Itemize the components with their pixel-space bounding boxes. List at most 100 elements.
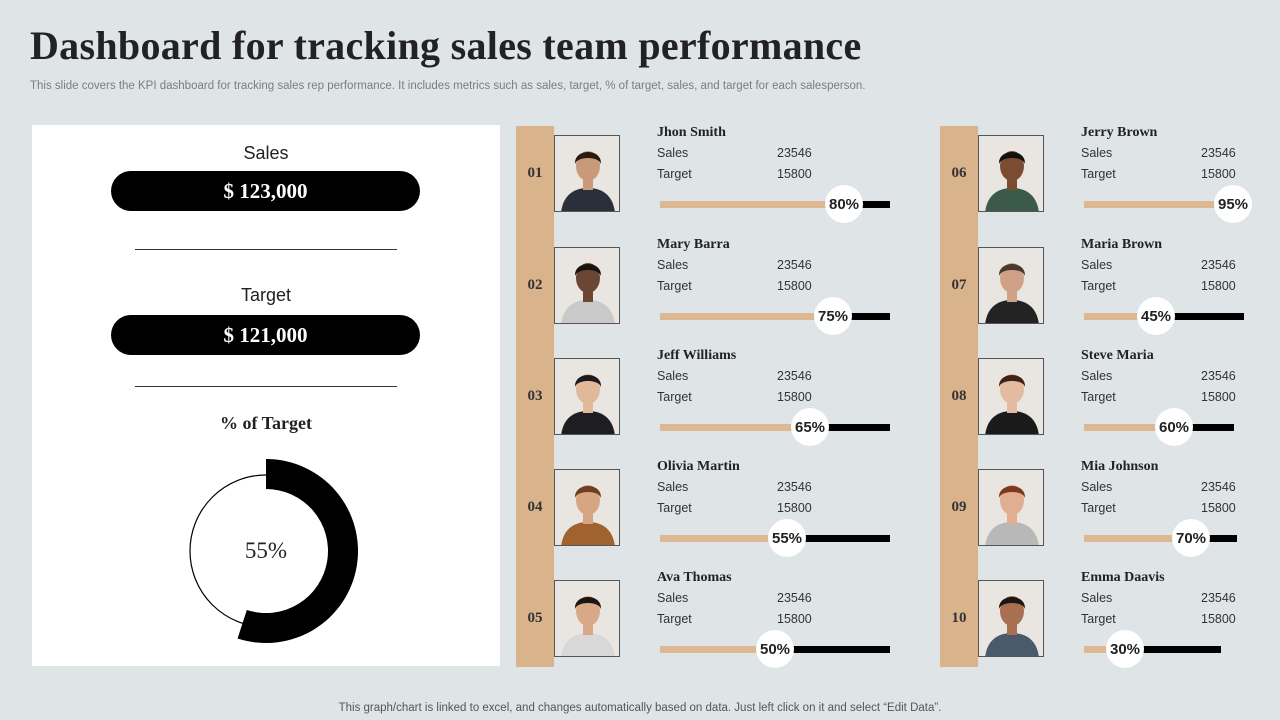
target-value: 15800 — [1201, 612, 1236, 626]
avatar — [978, 580, 1044, 657]
salesperson-card: 09 Mia Johnson Sales 23546 Target 15800 … — [940, 459, 1270, 561]
progress-percent-badge: 80% — [825, 185, 863, 223]
progress-bar-fill — [660, 201, 844, 208]
target-label: Target — [657, 612, 692, 626]
target-value: 15800 — [1201, 390, 1236, 404]
target-label: Target — [1081, 501, 1116, 515]
progress-percent-badge: 55% — [768, 519, 806, 557]
sales-value: 23546 — [777, 258, 812, 272]
salesperson-card: 04 Olivia Martin Sales 23546 Target 1580… — [516, 459, 890, 561]
salesperson-name: Jhon Smith — [657, 125, 726, 140]
target-label: Target — [240, 285, 292, 305]
avatar — [978, 247, 1044, 324]
target-label: Target — [657, 501, 692, 515]
sales-value: 23546 — [777, 591, 812, 605]
avatar — [554, 135, 620, 212]
progress-bar — [660, 424, 890, 431]
sales-label: Sales — [1081, 591, 1113, 605]
target-value: 15800 — [777, 390, 812, 404]
salesperson-name: Mia Johnson — [1081, 459, 1159, 474]
avatar — [554, 358, 620, 435]
target-label: Target — [1081, 279, 1116, 293]
sales-label: Sales — [657, 369, 689, 383]
target-value: 15800 — [777, 612, 812, 626]
progress-bar — [1084, 646, 1221, 653]
page-title: Dashboard for tracking sales team perfor… — [30, 23, 862, 68]
sales-value: 23546 — [777, 146, 812, 160]
rank-number: 05 — [527, 610, 543, 626]
pct-of-target-label: % of Target — [220, 413, 312, 433]
sales-label: Sales — [657, 258, 689, 272]
progress-percent-badge: 30% — [1106, 630, 1144, 668]
progress-bar — [660, 313, 890, 320]
target-value: 15800 — [1201, 167, 1236, 181]
salesperson-card: 02 Mary Barra Sales 23546 Target 15800 7… — [516, 237, 890, 339]
target-value: 15800 — [1201, 501, 1236, 515]
salesperson-name: Emma Daavis — [1081, 570, 1165, 585]
progress-percent-badge: 65% — [791, 408, 829, 446]
salesperson-card: 05 Ava Thomas Sales 23546 Target 15800 5… — [516, 570, 890, 672]
sales-label: Sales — [657, 480, 689, 494]
salesperson-name: Jeff Williams — [657, 348, 737, 363]
progress-percent-badge: 70% — [1172, 519, 1210, 557]
avatar — [554, 580, 620, 657]
sales-value: 23546 — [777, 369, 812, 383]
divider — [135, 249, 397, 250]
target-label: Target — [1081, 390, 1116, 404]
salesperson-card: 10 Emma Daavis Sales 23546 Target 15800 … — [940, 570, 1270, 672]
salesperson-name: Steve Maria — [1081, 348, 1154, 363]
sales-value: 23546 — [1201, 258, 1236, 272]
salesperson-name: Jerry Brown — [1081, 125, 1158, 140]
sales-label: Sales — [1081, 258, 1113, 272]
salesperson-name: Mary Barra — [657, 237, 730, 252]
target-label: Target — [1081, 167, 1116, 181]
sales-label: Sales — [1081, 369, 1113, 383]
sales-value: 23546 — [1201, 480, 1236, 494]
target-value: 15800 — [777, 167, 812, 181]
sales-label: Sales — [243, 143, 289, 163]
rank-number: 01 — [527, 165, 543, 181]
sales-label: Sales — [1081, 146, 1113, 160]
salesperson-name: Ava Thomas — [657, 570, 732, 585]
summary-panel: Sales $ 123,000 Target $ 121,000 % of Ta… — [32, 125, 500, 666]
target-label: Target — [657, 390, 692, 404]
rank-number: 10 — [951, 610, 967, 626]
avatar — [978, 358, 1044, 435]
footer-note: This graph/chart is linked to excel, and… — [338, 702, 942, 714]
salesperson-card: 01 Jhon Smith Sales 23546 Target 15800 8… — [516, 125, 890, 227]
target-value-pill: $ 121,000 — [111, 315, 420, 355]
progress-percent-badge: 50% — [756, 630, 794, 668]
target-value: 15800 — [777, 501, 812, 515]
page-subtitle: This slide covers the KPI dashboard for … — [30, 80, 866, 92]
salesperson-name: Olivia Martin — [657, 459, 740, 474]
sales-value: 23546 — [1201, 369, 1236, 383]
target-value: 15800 — [777, 279, 812, 293]
avatar — [978, 469, 1044, 546]
salesperson-name: Maria Brown — [1081, 237, 1163, 252]
sales-label: Sales — [657, 146, 689, 160]
progress-percent-badge: 95% — [1214, 185, 1252, 223]
sales-label: Sales — [657, 591, 689, 605]
progress-bar-fill — [660, 424, 810, 431]
progress-bar-fill — [1084, 201, 1233, 208]
rank-number: 04 — [527, 499, 543, 515]
sales-label: Sales — [1081, 480, 1113, 494]
avatar — [978, 135, 1044, 212]
target-label: Target — [657, 279, 692, 293]
progress-percent-badge: 75% — [814, 297, 852, 335]
rank-number: 02 — [527, 277, 543, 293]
rank-number: 03 — [527, 388, 543, 404]
progress-percent-badge: 45% — [1137, 297, 1175, 335]
salesperson-card: 07 Maria Brown Sales 23546 Target 15800 … — [940, 237, 1270, 339]
salesperson-card: 08 Steve Maria Sales 23546 Target 15800 … — [940, 348, 1270, 450]
sales-value: 23546 — [1201, 591, 1236, 605]
progress-bar-fill — [660, 313, 833, 320]
target-label: Target — [657, 167, 692, 181]
avatar — [554, 469, 620, 546]
donut-center-value: 55% — [244, 538, 288, 563]
salesperson-card: 06 Jerry Brown Sales 23546 Target 15800 … — [940, 125, 1270, 227]
rank-number: 08 — [951, 388, 967, 404]
sales-value: 23546 — [1201, 146, 1236, 160]
sales-value-pill: $ 123,000 — [111, 171, 420, 211]
target-value: 15800 — [1201, 279, 1236, 293]
